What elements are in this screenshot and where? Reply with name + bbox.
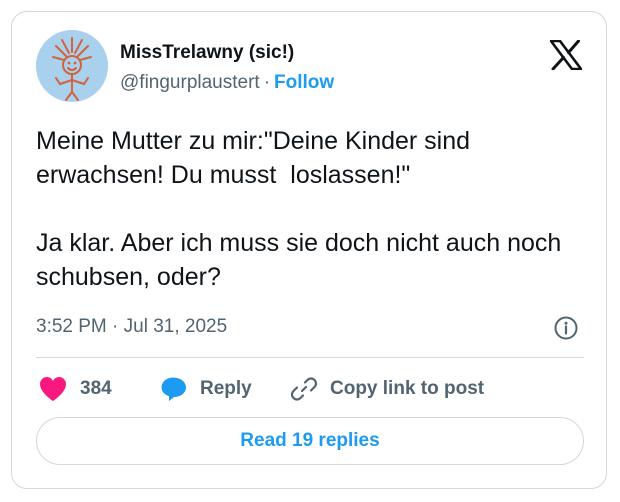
copy-link-button[interactable]: Copy link to post	[290, 374, 484, 404]
reply-bubble-icon	[161, 377, 186, 401]
post-paragraph: Meine Mutter zu mir:"Deine Kinder sind e…	[36, 127, 477, 189]
follow-button[interactable]: Follow	[274, 72, 334, 93]
like-button[interactable]: 384	[38, 374, 112, 404]
info-icon[interactable]	[553, 315, 579, 341]
avatar[interactable]	[36, 30, 108, 102]
handle-separator: ·	[263, 72, 271, 93]
x-logo-icon[interactable]	[548, 39, 584, 71]
reply-button[interactable]: Reply	[160, 374, 252, 404]
stick-figure-drawing-avatar	[36, 30, 108, 102]
read-replies-button[interactable]: Read 19 replies	[36, 417, 584, 465]
post-text: Meine Mutter zu mir:"Deine Kinder sind e…	[36, 124, 576, 294]
like-count: 384	[80, 378, 112, 399]
author-handle[interactable]: @fingurplaustert	[120, 72, 260, 93]
copy-link-label: Copy link to post	[330, 378, 485, 399]
post-paragraph: Ja klar. Aber ich muss sie doch nicht au…	[36, 229, 569, 291]
author-name[interactable]: MissTrelawny (sic!)	[120, 42, 294, 64]
author-handle-row: @fingurplaustert · Follow	[120, 72, 334, 94]
link-icon	[290, 377, 318, 401]
tweet-card: MissTrelawny (sic!) @fingurplaustert · Fol…	[11, 11, 607, 489]
divider	[36, 357, 584, 358]
reply-label: Reply	[200, 378, 252, 399]
heart-icon	[40, 377, 66, 401]
post-timestamp[interactable]: 3:52 PM · Jul 31, 2025	[36, 316, 227, 338]
